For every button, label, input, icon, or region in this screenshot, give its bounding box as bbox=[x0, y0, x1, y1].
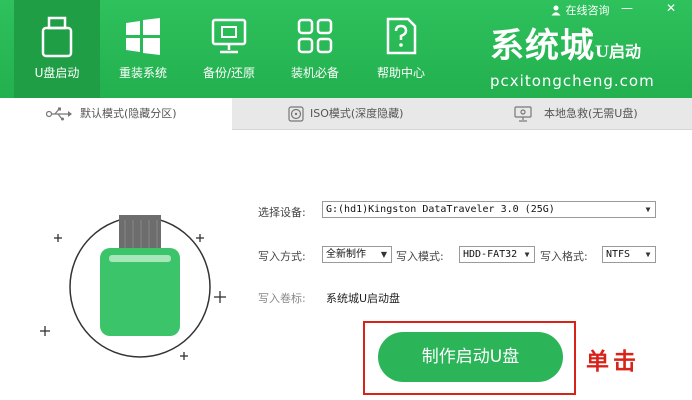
apps-grid-icon bbox=[297, 18, 333, 54]
online-consult-link[interactable]: 在线咨询 bbox=[550, 2, 610, 18]
write-format-label: 写入格式: bbox=[540, 250, 588, 263]
usb-plug-icon bbox=[46, 107, 72, 121]
logo-sub: U启动 bbox=[595, 42, 641, 61]
write-method-select[interactable]: 全新制作 ▼ bbox=[322, 246, 392, 263]
header-bar: U盘启动 重装系统 备份/还原 装机必备 帮助中心 在线咨询 — ✕ 系统城U启… bbox=[0, 0, 692, 98]
nav-item-usb-boot[interactable]: U盘启动 bbox=[14, 0, 100, 98]
write-method-label: 写入方式: bbox=[258, 250, 306, 263]
nav-label: 帮助中心 bbox=[376, 66, 425, 80]
app-window: U盘启动 重装系统 备份/还原 装机必备 帮助中心 在线咨询 — ✕ 系统城U启… bbox=[0, 0, 692, 400]
windows-icon bbox=[126, 18, 160, 55]
nav-label: U盘启动 bbox=[34, 66, 80, 80]
write-format-select[interactable]: NTFS ▼ bbox=[602, 246, 656, 263]
device-select[interactable]: G:(hd1)Kingston DataTraveler 3.0 (25G) ▼ bbox=[322, 201, 656, 218]
write-mode-label: 写入模式: bbox=[396, 250, 444, 263]
chevron-down-icon: ▼ bbox=[380, 250, 388, 259]
disc-icon bbox=[288, 106, 304, 122]
device-value: G:(hd1)Kingston DataTraveler 3.0 (25G) bbox=[326, 204, 555, 215]
write-mode-select[interactable]: HDD-FAT32 ▼ bbox=[459, 246, 535, 263]
tab-label: 默认模式(隐藏分区) bbox=[80, 107, 177, 120]
volume-label: 写入卷标: bbox=[258, 292, 306, 305]
nav-label: 装机必备 bbox=[290, 66, 339, 80]
nav-item-backup[interactable]: 备份/还原 bbox=[186, 0, 272, 98]
brand-logo: 系统城U启动 pcxitongcheng.com bbox=[490, 26, 686, 90]
write-format-value: NTFS bbox=[606, 249, 631, 260]
tab-default-mode[interactable]: 默认模式(隐藏分区) bbox=[0, 98, 232, 131]
tab-local-rescue[interactable]: 本地急救(无需U盘) bbox=[462, 98, 692, 130]
write-method-value: 全新制作 bbox=[326, 249, 366, 260]
nav-item-help[interactable]: 帮助中心 bbox=[358, 0, 444, 98]
minimize-button[interactable]: — bbox=[618, 0, 636, 16]
click-annotation: 单击 bbox=[586, 349, 640, 375]
usb-illustration bbox=[40, 215, 226, 360]
logo-url: pcxitongcheng.com bbox=[490, 72, 655, 90]
monitor-icon bbox=[514, 106, 532, 122]
help-document-icon bbox=[386, 17, 417, 55]
usb-drive-icon bbox=[41, 16, 73, 58]
volume-value: 系统城U启动盘 bbox=[326, 292, 401, 305]
user-icon bbox=[551, 5, 561, 16]
online-consult-label: 在线咨询 bbox=[565, 4, 610, 17]
tab-label: ISO模式(深度隐藏) bbox=[310, 107, 404, 120]
nav-label: 备份/还原 bbox=[202, 66, 256, 80]
mode-tabs: 默认模式(隐藏分区) ISO模式(深度隐藏) 本地急救(无需U盘) bbox=[0, 98, 692, 131]
device-label: 选择设备: bbox=[258, 206, 306, 219]
tab-iso-mode[interactable]: ISO模式(深度隐藏) bbox=[232, 98, 462, 130]
nav-label: 重装系统 bbox=[118, 66, 167, 80]
chevron-down-icon: ▼ bbox=[524, 250, 530, 259]
logo-main-text: 系统城U启动 bbox=[490, 26, 686, 72]
nav-item-reinstall[interactable]: 重装系统 bbox=[100, 0, 186, 98]
tab-label: 本地急救(无需U盘) bbox=[544, 107, 638, 120]
write-mode-value: HDD-FAT32 bbox=[463, 249, 518, 260]
backup-restore-icon bbox=[211, 18, 247, 54]
logo-main: 系统城 bbox=[490, 26, 595, 66]
nav-item-essentials[interactable]: 装机必备 bbox=[272, 0, 358, 98]
chevron-down-icon: ▼ bbox=[645, 205, 651, 214]
make-boot-usb-button[interactable]: 制作启动U盘 bbox=[378, 332, 563, 382]
close-button[interactable]: ✕ bbox=[662, 0, 680, 16]
chevron-down-icon: ▼ bbox=[645, 250, 651, 259]
